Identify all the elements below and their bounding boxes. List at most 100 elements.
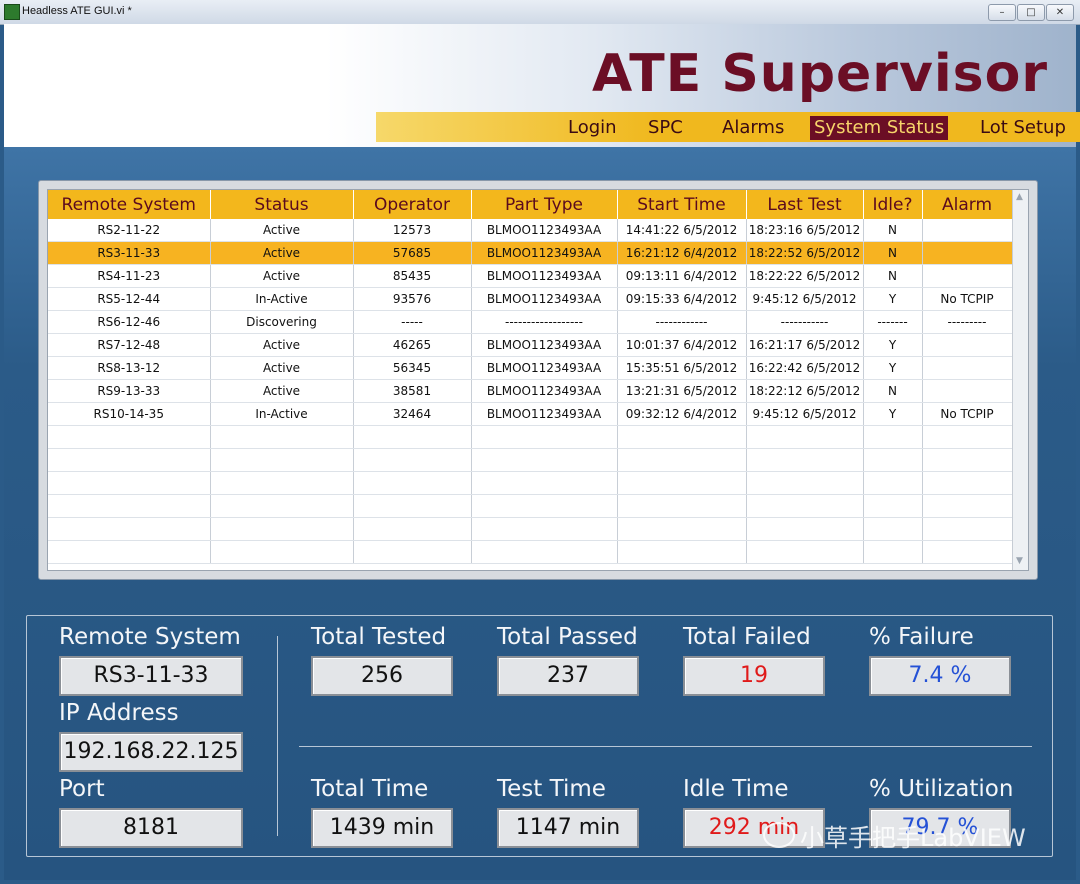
column-header[interactable]: Remote System xyxy=(48,190,211,219)
table-cell xyxy=(471,517,618,541)
table-cell: In-Active xyxy=(210,287,354,311)
table-row[interactable]: RS4-11-23 Active 85435 BLMOO1123493AA 09:13:… xyxy=(48,264,1013,288)
nav-bar: Login SPC Alarms System Status Lot Setup xyxy=(376,112,1080,142)
table-cell xyxy=(922,241,1013,265)
nav-lot-setup[interactable]: Lot Setup xyxy=(976,116,1070,140)
table-cell: BLMOO1123493AA xyxy=(471,264,618,288)
table-cell: Y xyxy=(863,333,923,357)
table-cell: 10:01:37 6/4/2012 xyxy=(617,333,747,357)
table-cell: Active xyxy=(210,241,354,265)
nav-system-status[interactable]: System Status xyxy=(810,116,949,140)
table-cell xyxy=(922,471,1013,495)
table-cell: N xyxy=(863,264,923,288)
table-cell: BLMOO1123493AA xyxy=(471,379,618,403)
window-title-bar[interactable]: Headless ATE GUI.vi * – □ ✕ xyxy=(0,0,1080,25)
labview-vi-icon xyxy=(4,4,20,20)
table-cell: ------------------ xyxy=(471,310,618,334)
table-row[interactable]: RS6-12-46 Discovering ----- ---------------… xyxy=(48,310,1013,334)
scroll-down-arrow-icon[interactable]: ▼ xyxy=(1016,556,1023,566)
empty-table-row[interactable] xyxy=(48,425,1013,449)
table-cell xyxy=(48,448,211,472)
minimize-button[interactable]: – xyxy=(988,4,1016,21)
table-cell: 09:32:12 6/4/2012 xyxy=(617,402,747,426)
table-cell: Active xyxy=(210,333,354,357)
table-cell: 9:45:12 6/5/2012 xyxy=(746,287,864,311)
total-time-label: Total Time xyxy=(311,776,429,802)
table-cell xyxy=(746,540,864,564)
table-row[interactable]: RS9-13-33 Active 38581 BLMOO1123493AA 13:21:… xyxy=(48,379,1013,403)
table-cell: N xyxy=(863,379,923,403)
table-cell: 18:22:22 6/5/2012 xyxy=(746,264,864,288)
watermark-text: 小草手把手LabVIEW xyxy=(800,824,1026,852)
table-cell: 16:21:17 6/5/2012 xyxy=(746,333,864,357)
column-header[interactable]: Last Test xyxy=(746,190,864,219)
table-cell xyxy=(471,448,618,472)
table-row[interactable]: RS2-11-22 Active 12573 BLMOO1123493AA 14:41:… xyxy=(48,219,1013,242)
table-row[interactable]: RS10-14-35 In-Active 32464 BLMOO1123493AA 09… xyxy=(48,402,1013,426)
empty-table-row[interactable] xyxy=(48,494,1013,518)
table-row[interactable]: RS7-12-48 Active 46265 BLMOO1123493AA 10:01:… xyxy=(48,333,1013,357)
pct-utilization-label: % Utilization xyxy=(869,776,1014,802)
table-cell: RS9-13-33 xyxy=(48,379,211,403)
table-cell: Y xyxy=(863,356,923,380)
column-header[interactable]: Status xyxy=(210,190,354,219)
maximize-button[interactable]: □ xyxy=(1017,4,1045,21)
table-scrollbar[interactable]: ▲ ▼ xyxy=(1012,190,1028,570)
table-cell xyxy=(746,494,864,518)
table-cell: ----------- xyxy=(746,310,864,334)
table-header-row: Remote System Status Operator Part Type Star… xyxy=(48,190,1013,219)
total-tested-label: Total Tested xyxy=(311,624,447,650)
system-status-table-frame: Remote System Status Operator Part Type Star… xyxy=(38,180,1038,580)
table-cell: RS6-12-46 xyxy=(48,310,211,334)
table-cell xyxy=(210,425,354,449)
table-cell xyxy=(210,540,354,564)
table-row[interactable]: RS5-12-44 In-Active 93576 BLMOO1123493AA 09:… xyxy=(48,287,1013,311)
table-cell: 09:15:33 6/4/2012 xyxy=(617,287,747,311)
table-cell xyxy=(353,494,472,518)
table-cell xyxy=(863,494,923,518)
table-cell: Y xyxy=(863,402,923,426)
table-cell: BLMOO1123493AA xyxy=(471,356,618,380)
table-cell: 93576 xyxy=(353,287,472,311)
table-cell xyxy=(863,540,923,564)
empty-table-row[interactable] xyxy=(48,471,1013,495)
empty-table-row[interactable] xyxy=(48,448,1013,472)
table-cell xyxy=(922,333,1013,357)
table-cell xyxy=(353,425,472,449)
column-header[interactable]: Start Time xyxy=(617,190,747,219)
table-cell xyxy=(471,425,618,449)
table-cell xyxy=(353,540,472,564)
nav-alarms[interactable]: Alarms xyxy=(718,116,788,140)
scroll-up-arrow-icon[interactable]: ▲ xyxy=(1016,192,1023,202)
test-time-value: 1147 min xyxy=(497,808,639,848)
table-cell: 57685 xyxy=(353,241,472,265)
empty-table-row[interactable] xyxy=(48,517,1013,541)
table-cell xyxy=(922,219,1013,242)
pct-failure-value: 7.4 % xyxy=(869,656,1011,696)
total-time-value: 1439 min xyxy=(311,808,453,848)
table-cell xyxy=(863,471,923,495)
table-cell xyxy=(48,517,211,541)
close-button[interactable]: ✕ xyxy=(1046,4,1074,21)
column-header[interactable]: Idle? xyxy=(863,190,923,219)
table-cell: RS3-11-33 xyxy=(48,241,211,265)
remote-system-value: RS3-11-33 xyxy=(59,656,243,696)
window-title: Headless ATE GUI.vi * xyxy=(22,5,132,17)
column-header[interactable]: Alarm xyxy=(922,190,1013,219)
table-row[interactable]: RS8-13-12 Active 56345 BLMOO1123493AA 15:35:… xyxy=(48,356,1013,380)
system-status-table[interactable]: Remote System Status Operator Part Type Star… xyxy=(47,189,1029,571)
app-header: ATE Supervisor Login SPC Alarms System S… xyxy=(4,24,1080,147)
nav-login[interactable]: Login xyxy=(564,116,621,140)
table-cell: Discovering xyxy=(210,310,354,334)
table-cell: 18:23:16 6/5/2012 xyxy=(746,219,864,242)
column-header[interactable]: Part Type xyxy=(471,190,618,219)
table-cell: Active xyxy=(210,379,354,403)
table-row[interactable]: RS3-11-33 Active 57685 BLMOO1123493AA 16:21:… xyxy=(48,241,1013,265)
table-cell xyxy=(210,471,354,495)
column-header[interactable]: Operator xyxy=(353,190,472,219)
table-cell: N xyxy=(863,219,923,242)
empty-table-row[interactable] xyxy=(48,540,1013,564)
table-cell: 13:21:31 6/5/2012 xyxy=(617,379,747,403)
nav-spc[interactable]: SPC xyxy=(644,116,687,140)
table-cell xyxy=(617,471,747,495)
